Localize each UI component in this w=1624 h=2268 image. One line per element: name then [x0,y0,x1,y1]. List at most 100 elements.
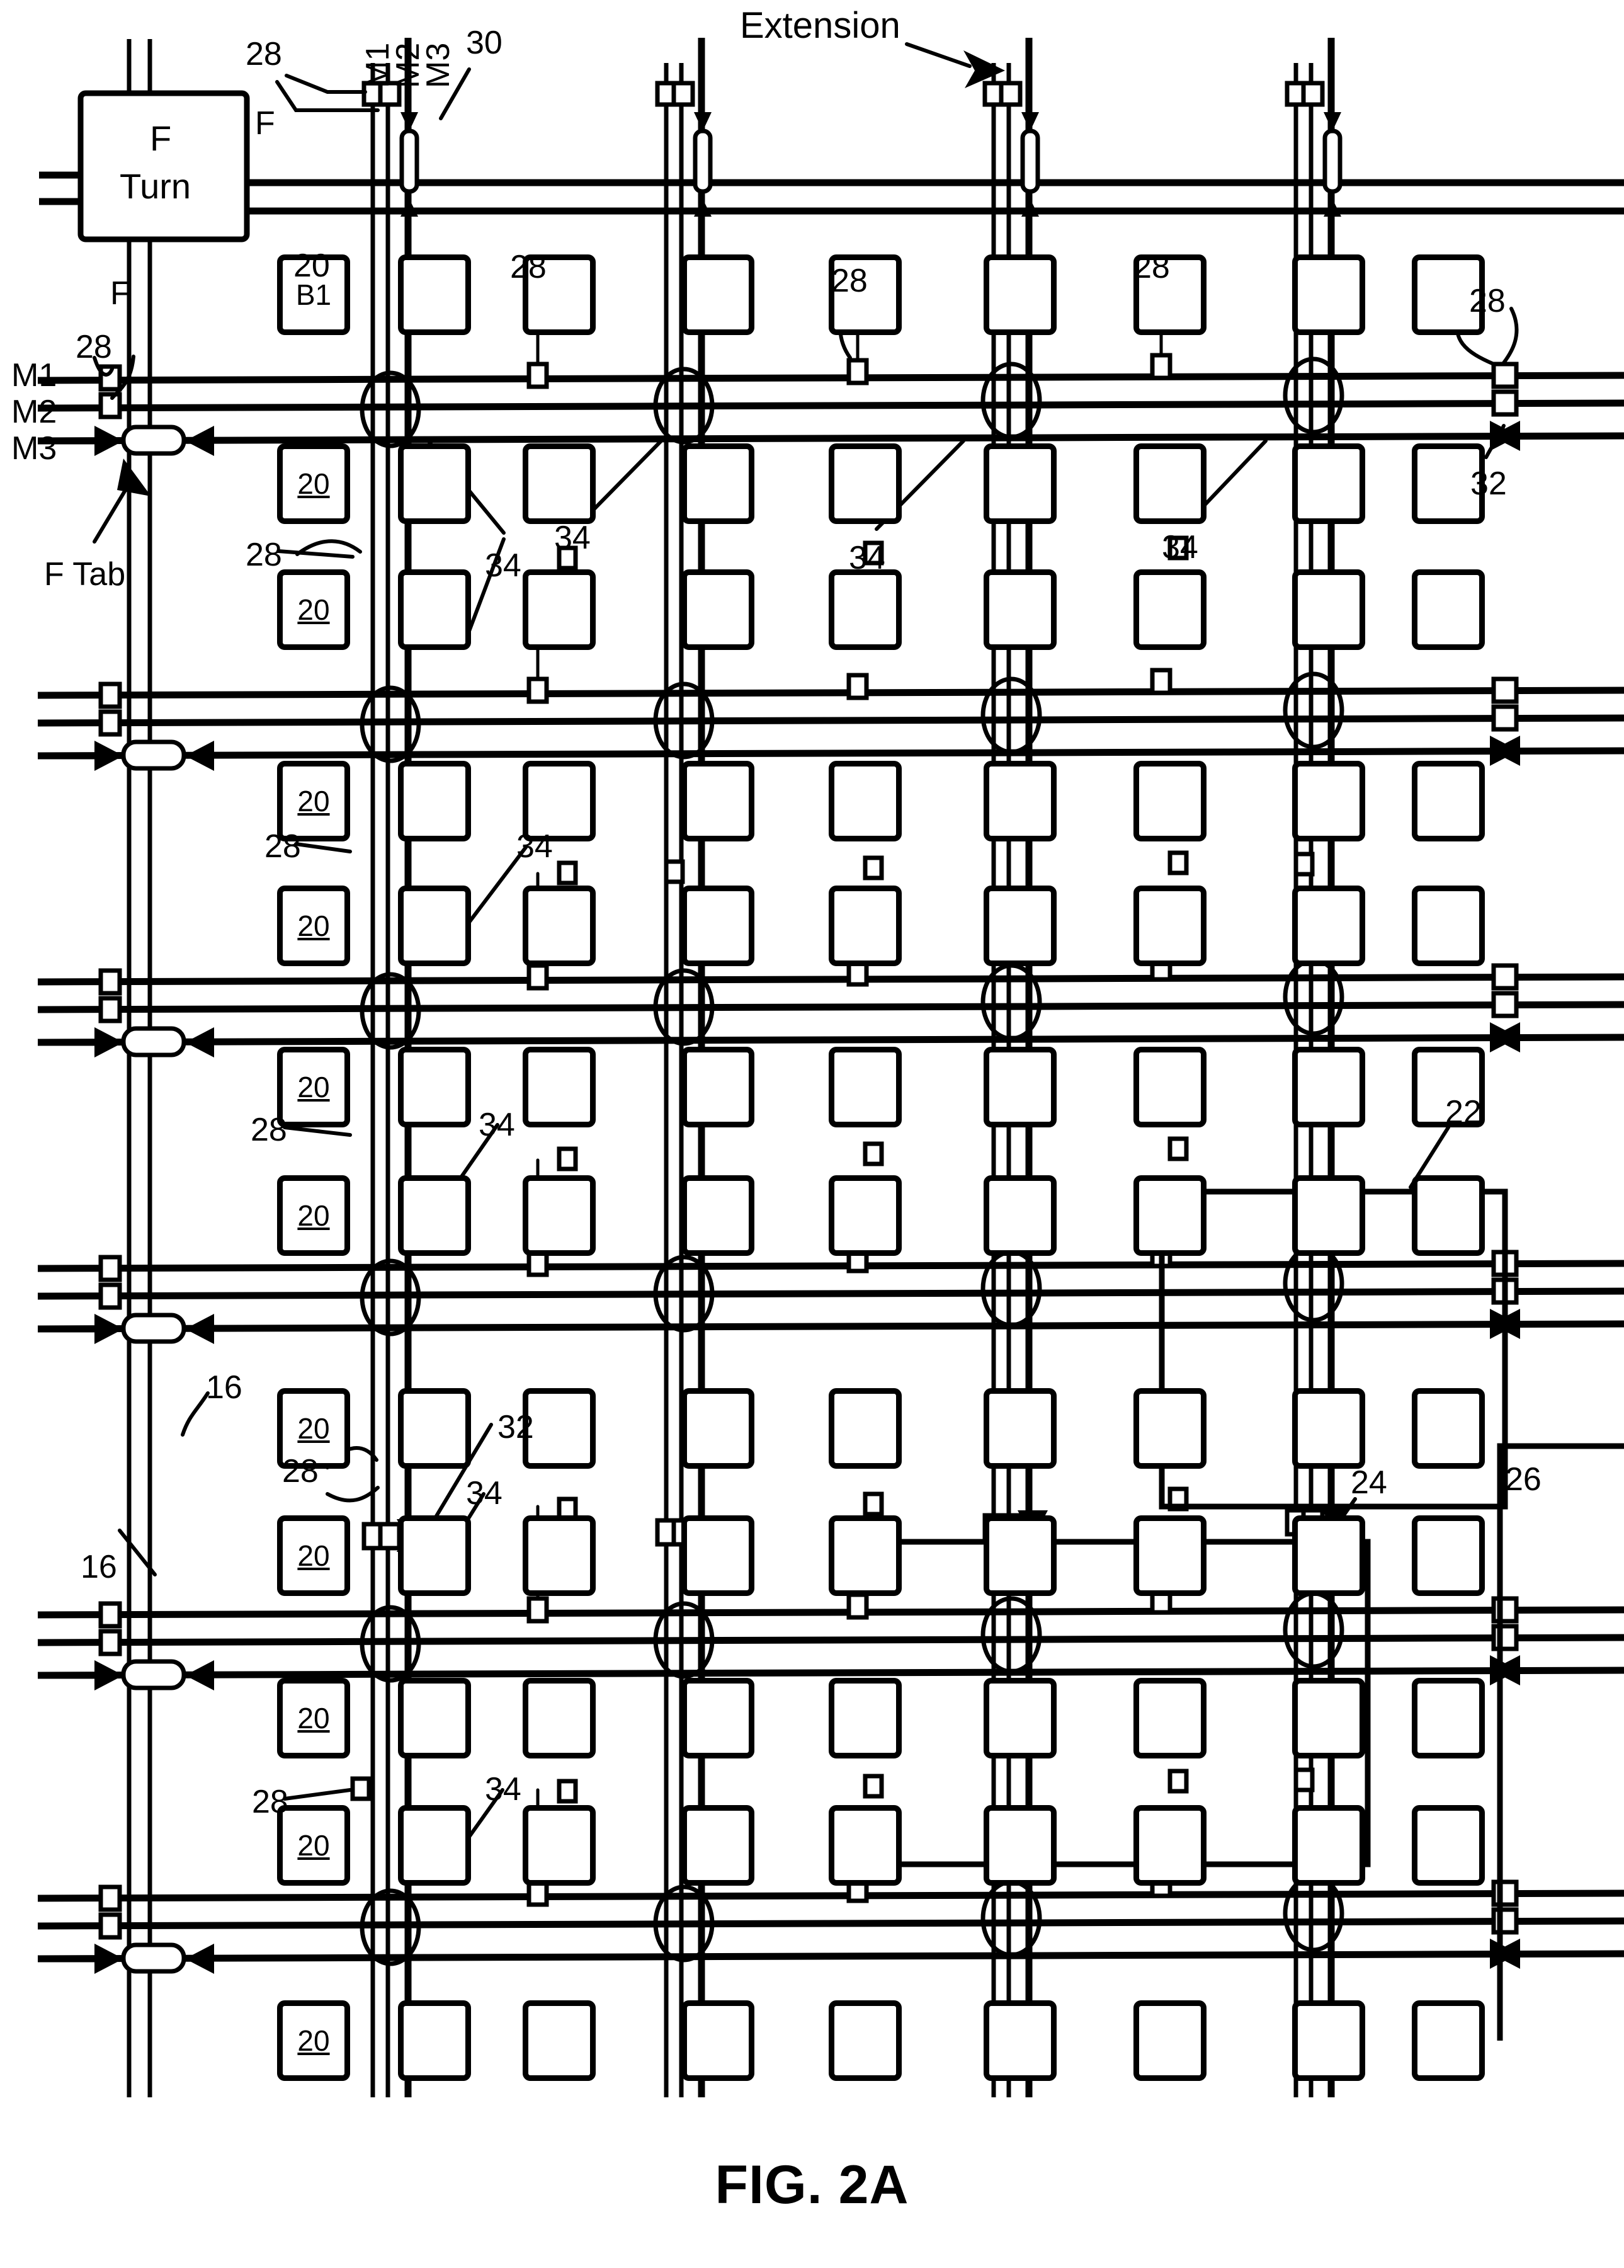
component-cell[interactable] [1292,761,1365,841]
component-cell[interactable] [984,2000,1057,2081]
component-cell[interactable] [984,1047,1057,1127]
component-cell[interactable] [1133,443,1207,524]
component-cell[interactable] [398,886,471,966]
component-cell[interactable] [1292,1388,1365,1469]
component-cell[interactable]: 20 [277,886,350,966]
component-cell[interactable] [681,569,754,650]
component-cell[interactable] [984,1388,1057,1469]
component-cell[interactable] [829,886,902,966]
component-cell[interactable]: 20 [277,1678,350,1758]
component-cell[interactable] [1412,1515,1485,1596]
component-cell[interactable] [681,2000,754,2081]
component-cell[interactable] [523,1805,596,1886]
component-cell-label: 20 [297,909,330,942]
component-cell[interactable]: 20 [277,443,350,524]
component-cell[interactable] [681,1515,754,1596]
component-cell[interactable] [398,1175,471,1256]
component-cell[interactable] [1133,1388,1207,1469]
component-cell[interactable]: 20 [277,2000,350,2081]
component-cell[interactable] [523,569,596,650]
component-cell[interactable] [1292,569,1365,650]
component-cell[interactable] [984,1805,1057,1886]
component-cell[interactable]: 20 [277,1175,350,1256]
component-cell[interactable] [1133,886,1207,966]
component-cell[interactable] [984,1175,1057,1256]
component-cell[interactable] [681,761,754,841]
component-cell[interactable] [984,569,1057,650]
component-cell[interactable] [829,1678,902,1758]
component-cell[interactable] [1412,1678,1485,1758]
component-cell[interactable] [1292,1678,1365,1758]
component-cell[interactable] [1292,886,1365,966]
component-cell[interactable] [681,1805,754,1886]
component-cell[interactable] [829,1515,902,1596]
component-cell[interactable] [984,761,1057,841]
component-cell[interactable] [398,1047,471,1127]
component-cell[interactable] [1412,2000,1485,2081]
component-cell[interactable] [1292,2000,1365,2081]
callout-m3-top: M3 [420,42,457,88]
component-cell[interactable] [681,1175,754,1256]
component-cell[interactable] [681,886,754,966]
component-cell[interactable] [523,2000,596,2081]
component-cell[interactable] [398,2000,471,2081]
component-cell[interactable] [398,1515,471,1596]
component-cell[interactable] [1292,1047,1365,1127]
component-cell[interactable] [829,1175,902,1256]
component-cell[interactable]: 20 [277,1047,350,1127]
component-cell[interactable] [1292,443,1365,524]
component-cell[interactable] [1412,1175,1485,1256]
component-cell[interactable] [523,1678,596,1758]
component-cell[interactable] [1133,1047,1207,1127]
component-cell[interactable] [523,1515,596,1596]
component-cell[interactable] [1292,1515,1365,1596]
component-cell[interactable] [984,1678,1057,1758]
component-cell[interactable] [829,2000,902,2081]
component-cell[interactable] [829,443,902,524]
callout-f-bottom: F [110,275,130,312]
component-cell[interactable] [681,1678,754,1758]
component-cell[interactable] [523,886,596,966]
component-cell[interactable] [829,569,902,650]
component-cell[interactable] [829,1388,902,1469]
component-cell[interactable] [1412,569,1485,650]
component-cell[interactable] [681,1047,754,1127]
component-cell[interactable] [523,1047,596,1127]
component-cell[interactable] [1412,886,1485,966]
component-cell[interactable]: 20 [277,1515,350,1596]
component-cell[interactable] [1133,569,1207,650]
component-cell[interactable] [829,1805,902,1886]
component-cell[interactable] [398,254,471,335]
component-cell[interactable] [398,569,471,650]
component-cell[interactable] [1133,1175,1207,1256]
component-cell[interactable] [1412,1805,1485,1886]
component-cell[interactable] [984,254,1057,335]
component-cell[interactable] [523,1175,596,1256]
component-cell[interactable] [1133,1515,1207,1596]
component-cell[interactable] [398,1678,471,1758]
component-cell[interactable] [984,443,1057,524]
component-cell[interactable] [1292,254,1365,335]
component-cell[interactable] [829,761,902,841]
component-cell[interactable] [1292,1175,1365,1256]
component-cell[interactable] [681,1388,754,1469]
component-cell[interactable] [984,886,1057,966]
component-cell[interactable] [1133,1678,1207,1758]
component-cell[interactable] [1133,1805,1207,1886]
component-cell[interactable] [1133,2000,1207,2081]
component-cell[interactable] [984,1515,1057,1596]
component-cell[interactable]: 20 [277,569,350,650]
callout-28-top: 28 [246,36,282,72]
component-cell[interactable] [829,1047,902,1127]
component-cell[interactable] [681,254,754,335]
component-cell[interactable] [1292,1805,1365,1886]
component-cell[interactable] [398,443,471,524]
component-cell[interactable] [1412,761,1485,841]
component-cell[interactable] [1133,761,1207,841]
component-cell[interactable] [681,443,754,524]
component-cell[interactable] [398,1805,471,1886]
component-cell[interactable] [398,761,471,841]
component-cell[interactable] [1412,1388,1485,1469]
component-cell[interactable] [523,443,596,524]
component-cell[interactable] [398,1388,471,1469]
